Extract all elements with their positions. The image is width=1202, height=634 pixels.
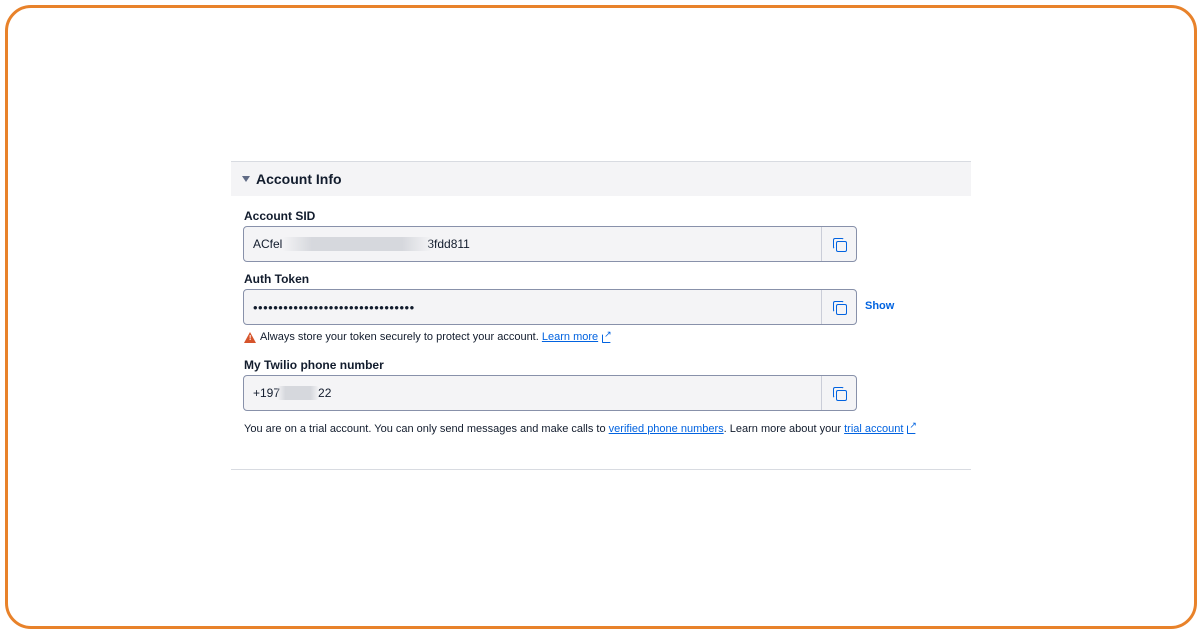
copy-icon bbox=[832, 300, 847, 315]
account-info-header[interactable]: Account Info bbox=[231, 162, 971, 196]
phone-number-field[interactable]: +197 22 bbox=[243, 375, 857, 411]
panel-title: Account Info bbox=[256, 171, 342, 187]
warning-text: Always store your token securely to prot… bbox=[260, 331, 539, 343]
trial-note-middle: . Learn more about your bbox=[723, 423, 842, 435]
account-sid-value[interactable]: ACfel 3fdd811 bbox=[244, 237, 821, 251]
account-sid-field[interactable]: ACfel 3fdd811 bbox=[243, 226, 857, 262]
token-warning: ! Always store your token securely to pr… bbox=[244, 330, 612, 343]
copy-icon bbox=[832, 237, 847, 252]
copy-phone-number-button[interactable] bbox=[821, 376, 856, 410]
external-link-icon bbox=[907, 421, 917, 434]
account-info-panel: Account Info Account SID ACfel 3fdd811 Au… bbox=[231, 161, 971, 470]
redaction-blur bbox=[277, 386, 319, 400]
verified-phone-numbers-link[interactable]: verified phone numbers bbox=[609, 423, 724, 435]
auth-token-value[interactable]: •••••••••••••••••••••••••••••••• bbox=[244, 300, 821, 315]
caret-down-icon[interactable] bbox=[242, 176, 250, 182]
copy-account-sid-button[interactable] bbox=[821, 227, 856, 261]
account-sid-label: Account SID bbox=[244, 209, 316, 223]
account-sid-suffix: 3fdd811 bbox=[427, 237, 470, 251]
learn-more-link[interactable]: Learn more bbox=[542, 331, 598, 343]
phone-prefix: +197 bbox=[253, 386, 281, 400]
trial-account-link[interactable]: trial account bbox=[844, 423, 903, 435]
phone-number-label: My Twilio phone number bbox=[244, 358, 384, 372]
external-link-icon bbox=[602, 330, 612, 343]
copy-icon bbox=[832, 386, 847, 401]
auth-token-label: Auth Token bbox=[244, 272, 310, 286]
trial-note-text: You are on a trial account. You can only… bbox=[244, 423, 606, 435]
warning-triangle-icon: ! bbox=[244, 331, 256, 343]
phone-number-value[interactable]: +197 22 bbox=[244, 386, 821, 400]
redaction-blur bbox=[282, 237, 432, 251]
account-sid-prefix: ACfel bbox=[253, 237, 283, 251]
trial-account-note: You are on a trial account. You can only… bbox=[244, 421, 917, 435]
show-token-link[interactable]: Show bbox=[865, 300, 894, 312]
copy-auth-token-button[interactable] bbox=[821, 290, 856, 324]
auth-token-field[interactable]: •••••••••••••••••••••••••••••••• bbox=[243, 289, 857, 325]
phone-suffix: 22 bbox=[318, 386, 332, 400]
